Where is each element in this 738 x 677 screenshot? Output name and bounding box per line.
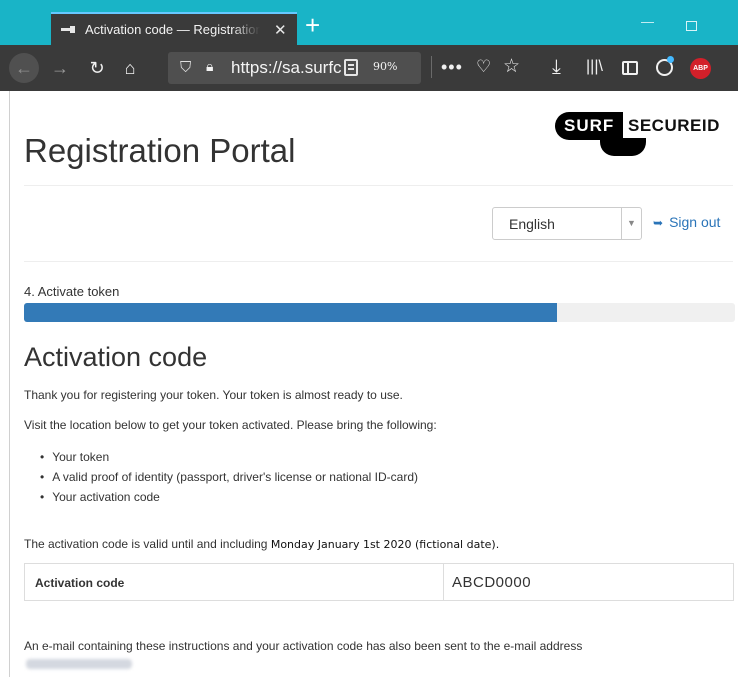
logo-surf-text: SURF (555, 112, 624, 140)
portal-title: Registration Portal (24, 132, 296, 169)
reload-icon[interactable]: ↻ (85, 55, 109, 81)
divider (24, 185, 733, 186)
lock-icon[interactable]: 🔒︎ (206, 58, 213, 75)
tab-close-icon[interactable]: ✕ (274, 21, 287, 39)
list-item: Your activation code (40, 487, 418, 507)
star-icon[interactable]: ☆ (503, 56, 520, 78)
progress-bar (24, 303, 735, 322)
activation-code-table: Activation code ABCD0000 (24, 563, 734, 601)
account-badge (667, 56, 674, 63)
sign-out-link[interactable]: ➥ Sign out (653, 214, 720, 230)
activation-code-value: ABCD0000 (452, 574, 532, 591)
browser-toolbar: ← → ↻ ⌂ ⛉ 🔒︎ https://sa.surfconext.nl 90… (0, 45, 738, 91)
requirements-list: Your token A valid proof of identity (pa… (40, 447, 418, 507)
url-text[interactable]: https://sa.surfconext.nl (231, 58, 341, 78)
shield-icon[interactable]: ⛉ (180, 59, 191, 76)
favicon-icon (61, 25, 77, 34)
forward-arrow-icon[interactable]: → (49, 55, 71, 81)
reader-view-icon[interactable] (344, 59, 358, 76)
validity-text: The activation code is valid until and i… (24, 537, 499, 551)
sign-out-label: Sign out (669, 214, 721, 230)
tab-title: Activation code — Registration Portal (85, 22, 260, 37)
validity-date: Monday January 1st 2020 (fictional date)… (270, 538, 500, 551)
language-select[interactable]: English ▼ (492, 207, 642, 240)
maximize-icon[interactable] (686, 21, 697, 31)
email-notice: An e-mail containing these instructions … (24, 639, 583, 653)
list-item: A valid proof of identity (passport, dri… (40, 467, 418, 487)
toolbar-separator (431, 56, 432, 78)
activation-heading: Activation code (24, 342, 208, 372)
adblock-icon[interactable]: ABP (690, 58, 711, 79)
back-arrow-icon[interactable]: ← (9, 53, 39, 83)
sidebar-icon[interactable] (622, 61, 638, 75)
surf-secureid-logo: SURF SECUREID (555, 112, 735, 160)
zoom-level[interactable]: 90% (373, 60, 397, 73)
visit-text: Visit the location below to get your tok… (24, 418, 437, 432)
validity-prefix: The activation code is valid until and i… (24, 537, 271, 551)
table-divider (443, 564, 444, 600)
minimize-icon[interactable]: — (641, 14, 654, 29)
library-icon[interactable]: |||\ (586, 56, 603, 78)
chevron-down-icon: ▼ (621, 208, 641, 239)
url-bar[interactable]: ⛉ 🔒︎ https://sa.surfconext.nl 90% (168, 52, 421, 84)
sign-out-icon: ➥ (653, 216, 664, 230)
intro-text: Thank you for registering your token. Yo… (24, 388, 403, 402)
progress-fill (24, 303, 558, 322)
activation-code-label: Activation code (35, 576, 125, 590)
new-tab-button[interactable]: + (305, 12, 320, 38)
language-selected: English (509, 216, 555, 232)
divider (24, 261, 733, 262)
browser-tab[interactable]: Activation code — Registration Portal ✕ (51, 12, 297, 45)
browser-tabstrip: Activation code — Registration Portal ✕ … (0, 0, 738, 45)
pocket-icon[interactable]: ♡ (476, 56, 491, 78)
home-icon[interactable]: ⌂ (118, 55, 142, 81)
redacted-email (26, 659, 132, 669)
download-icon[interactable]: ⤓ (552, 56, 561, 78)
page-content: Registration Portal SURF SECUREID Englis… (9, 91, 738, 677)
list-item: Your token (40, 447, 418, 467)
step-label: 4. Activate token (24, 284, 120, 299)
logo-tail (600, 138, 646, 156)
more-actions-icon[interactable]: ••• (441, 56, 463, 78)
logo-secureid-text: SECUREID (628, 116, 720, 135)
